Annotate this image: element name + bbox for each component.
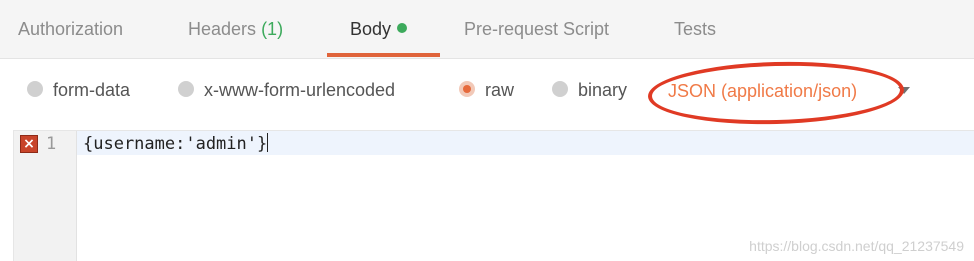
radio-binary-label: binary xyxy=(578,80,628,100)
syntax-error-icon[interactable]: × xyxy=(20,135,38,153)
request-tabs-bar: Authorization Headers (1) Body Pre-reque… xyxy=(0,0,974,59)
radio-x-www-form-urlencoded[interactable]: x-www-form-urlencoded xyxy=(178,59,395,129)
radio-circle-icon xyxy=(27,81,43,97)
radio-urlencoded-label: x-www-form-urlencoded xyxy=(204,80,396,100)
headers-count-badge: (1) xyxy=(261,19,284,39)
tab-body[interactable]: Body xyxy=(350,0,408,58)
tab-headers-label: Headers xyxy=(188,19,257,39)
radio-circle-icon xyxy=(552,81,568,97)
editor-gutter: × 1 xyxy=(14,131,77,261)
line-number: 1 xyxy=(46,134,57,154)
radio-form-data-label: form-data xyxy=(53,80,131,100)
tab-tests[interactable]: Tests xyxy=(674,0,716,58)
tab-headers[interactable]: Headers (1) xyxy=(188,0,283,58)
radio-selected-icon xyxy=(459,81,475,97)
radio-raw[interactable]: raw xyxy=(459,59,514,129)
tab-pre-request-script[interactable]: Pre-request Script xyxy=(464,0,609,58)
tab-body-label: Body xyxy=(350,19,392,39)
radio-raw-label: raw xyxy=(485,80,515,100)
body-active-dot-icon xyxy=(397,23,408,33)
active-tab-underline xyxy=(327,53,440,57)
code-line[interactable]: {username:'admin'} xyxy=(83,133,269,154)
radio-form-data[interactable]: form-data xyxy=(27,59,130,129)
radio-binary[interactable]: binary xyxy=(552,59,627,129)
radio-circle-icon xyxy=(178,81,194,97)
watermark: https://blog.csdn.net/qq_21237549 xyxy=(749,238,964,254)
tab-authorization[interactable]: Authorization xyxy=(18,0,123,58)
text-cursor xyxy=(267,133,269,152)
code-line-text: {username:'admin'} xyxy=(83,134,268,154)
